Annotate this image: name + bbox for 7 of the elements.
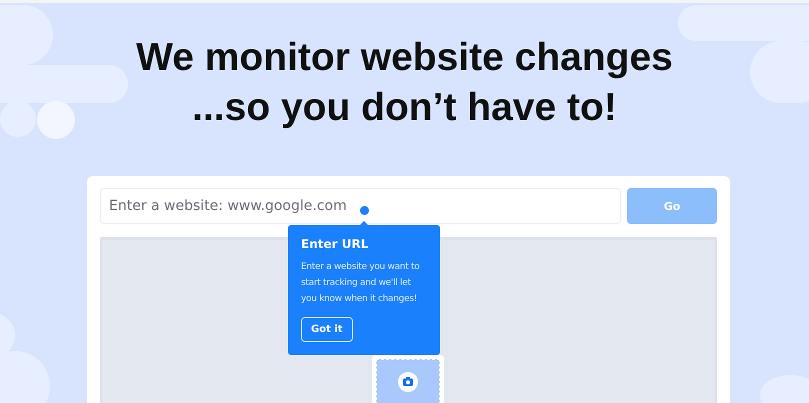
url-input-field[interactable]: Enter a website: www.google.com — [100, 188, 621, 224]
got-it-button[interactable]: Got it — [301, 317, 353, 342]
headline: We monitor website changes ...so you don’t have to! — [136, 35, 673, 131]
camera-icon — [398, 372, 418, 392]
tooltip-text: Enter a website you want to start tracking and we'll let you know when it changes! — [301, 261, 420, 306]
go-button[interactable]: Go — [627, 188, 717, 224]
tooltip-title: Enter URL — [301, 237, 370, 251]
